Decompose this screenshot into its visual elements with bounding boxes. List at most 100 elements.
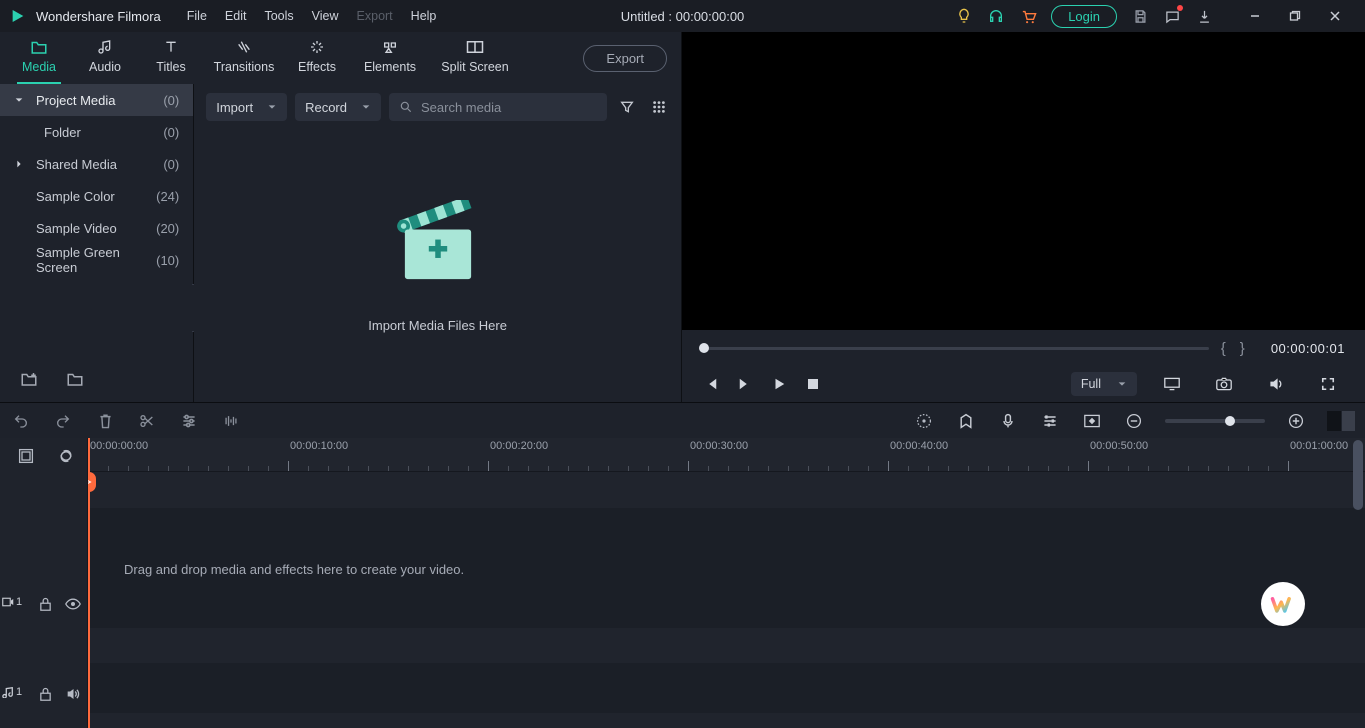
source-tabs: Media Audio Titles Transitions Effects E… (0, 32, 681, 84)
mark-out-bracket[interactable]: } (1238, 340, 1247, 357)
quality-label: Full (1081, 377, 1101, 391)
export-button[interactable]: Export (583, 45, 667, 72)
audio-track-area[interactable] (88, 663, 1365, 713)
voiceover-icon[interactable] (997, 410, 1019, 432)
chevron-down-icon (361, 102, 371, 112)
record-dropdown[interactable]: Record (295, 93, 381, 121)
video-preview[interactable] (682, 32, 1365, 330)
scrub-handle[interactable] (699, 343, 709, 353)
tab-media[interactable]: Media (6, 32, 72, 84)
tab-titles[interactable]: Titles (138, 32, 204, 84)
fullscreen-icon[interactable] (1311, 370, 1345, 398)
zoom-in-icon[interactable] (1285, 410, 1307, 432)
chevron-right-icon (12, 159, 26, 169)
adjust-icon[interactable] (178, 410, 200, 432)
maximize-button[interactable] (1275, 4, 1315, 28)
sidebar-item-label: Sample Video (36, 221, 156, 236)
close-button[interactable] (1315, 4, 1355, 28)
download-icon[interactable] (1195, 7, 1213, 25)
grid-view-icon[interactable] (647, 95, 671, 119)
audio-waveform-icon[interactable] (220, 410, 242, 432)
prev-frame-button[interactable] (694, 370, 728, 398)
track-mute-icon[interactable] (64, 685, 82, 703)
display-icon[interactable] (1155, 370, 1189, 398)
tab-effects-label: Effects (298, 60, 336, 74)
menu-export: Export (349, 6, 401, 26)
folder-icon[interactable] (66, 370, 84, 388)
import-dropdown[interactable]: Import (206, 93, 287, 121)
redo-icon[interactable] (52, 410, 74, 432)
timeline-size-toggle[interactable] (1327, 411, 1355, 431)
menu-file[interactable]: File (179, 6, 215, 26)
window-controls (1235, 4, 1355, 28)
project-title: Untitled : 00:00:00:00 (621, 9, 745, 24)
sidebar-item-project-media[interactable]: Project Media (0) (0, 84, 193, 116)
sidebar-item-shared-media[interactable]: Shared Media (0) (0, 148, 193, 180)
play-button[interactable] (762, 370, 796, 398)
keyframe-icon[interactable] (1081, 410, 1103, 432)
preview-timecode: 00:00:00:01 (1271, 341, 1345, 356)
tab-transitions[interactable]: Transitions (204, 32, 284, 84)
sidebar-item-count: (24) (156, 189, 179, 204)
render-icon[interactable] (913, 410, 935, 432)
stop-button[interactable] (796, 370, 830, 398)
split-screen-icon (466, 38, 484, 56)
undo-icon[interactable] (10, 410, 32, 432)
search-field[interactable] (389, 93, 607, 121)
search-input[interactable] (421, 100, 597, 115)
next-frame-button[interactable] (728, 370, 762, 398)
track-lock-icon[interactable] (36, 595, 54, 613)
tab-transitions-label: Transitions (214, 60, 275, 74)
save-icon[interactable] (1131, 7, 1149, 25)
marker-icon[interactable] (955, 410, 977, 432)
split-icon[interactable] (136, 410, 158, 432)
quality-dropdown[interactable]: Full (1071, 372, 1137, 396)
sidebar-item-sample-green[interactable]: Sample Green Screen (10) (0, 244, 193, 276)
scrub-track[interactable] (702, 347, 1209, 350)
timeline-track-header: 1 1 (0, 438, 88, 728)
new-folder-icon[interactable] (20, 370, 38, 388)
clapperboard-icon (392, 200, 484, 292)
auto-ripple-icon[interactable] (54, 444, 78, 468)
tab-split-screen[interactable]: Split Screen (430, 32, 520, 84)
menu-view[interactable]: View (304, 6, 347, 26)
timeline: 1 1 00:00:00:0000:00:10:0000:00:20:0000:… (0, 438, 1365, 728)
tab-audio[interactable]: Audio (72, 32, 138, 84)
vertical-scrollbar[interactable] (1353, 440, 1363, 510)
mixer-icon[interactable] (1039, 410, 1061, 432)
playhead-handle[interactable] (88, 472, 96, 492)
import-drop-area[interactable]: Import Media Files Here (194, 130, 681, 402)
zoom-out-icon[interactable] (1123, 410, 1145, 432)
record-label: Record (305, 100, 347, 115)
zoom-slider[interactable] (1165, 419, 1265, 423)
music-note-icon (96, 38, 114, 56)
playback-controls: Full (682, 366, 1365, 402)
left-panel: Media Audio Titles Transitions Effects E… (0, 32, 682, 402)
timeline-body[interactable]: 00:00:00:0000:00:10:0000:00:20:0000:00:3… (88, 438, 1365, 728)
zoom-thumb[interactable] (1225, 416, 1235, 426)
sidebar-item-sample-video[interactable]: Sample Video (20) (0, 212, 193, 244)
tips-icon[interactable] (955, 7, 973, 25)
volume-icon[interactable] (1259, 370, 1293, 398)
minimize-button[interactable] (1235, 4, 1275, 28)
tab-effects[interactable]: Effects (284, 32, 350, 84)
track-visibility-icon[interactable] (64, 595, 82, 613)
brand-bubble-button[interactable] (1261, 582, 1305, 626)
menu-help[interactable]: Help (403, 6, 445, 26)
manage-tracks-icon[interactable] (14, 444, 38, 468)
menu-tools[interactable]: Tools (256, 6, 301, 26)
login-button[interactable]: Login (1051, 5, 1117, 28)
filter-icon[interactable] (615, 95, 639, 119)
track-lock-icon[interactable] (36, 685, 54, 703)
sidebar-item-folder[interactable]: Folder (0) (0, 116, 193, 148)
mark-in-bracket[interactable]: { (1219, 340, 1228, 357)
cart-icon[interactable] (1019, 7, 1037, 25)
timeline-ruler[interactable]: 00:00:00:0000:00:10:0000:00:20:0000:00:3… (88, 438, 1365, 472)
headphones-icon[interactable] (987, 7, 1005, 25)
message-icon[interactable] (1163, 7, 1181, 25)
sidebar-item-sample-color[interactable]: Sample Color (24) (0, 180, 193, 212)
delete-icon[interactable] (94, 410, 116, 432)
snapshot-icon[interactable] (1207, 370, 1241, 398)
menu-edit[interactable]: Edit (217, 6, 255, 26)
tab-elements[interactable]: Elements (350, 32, 430, 84)
